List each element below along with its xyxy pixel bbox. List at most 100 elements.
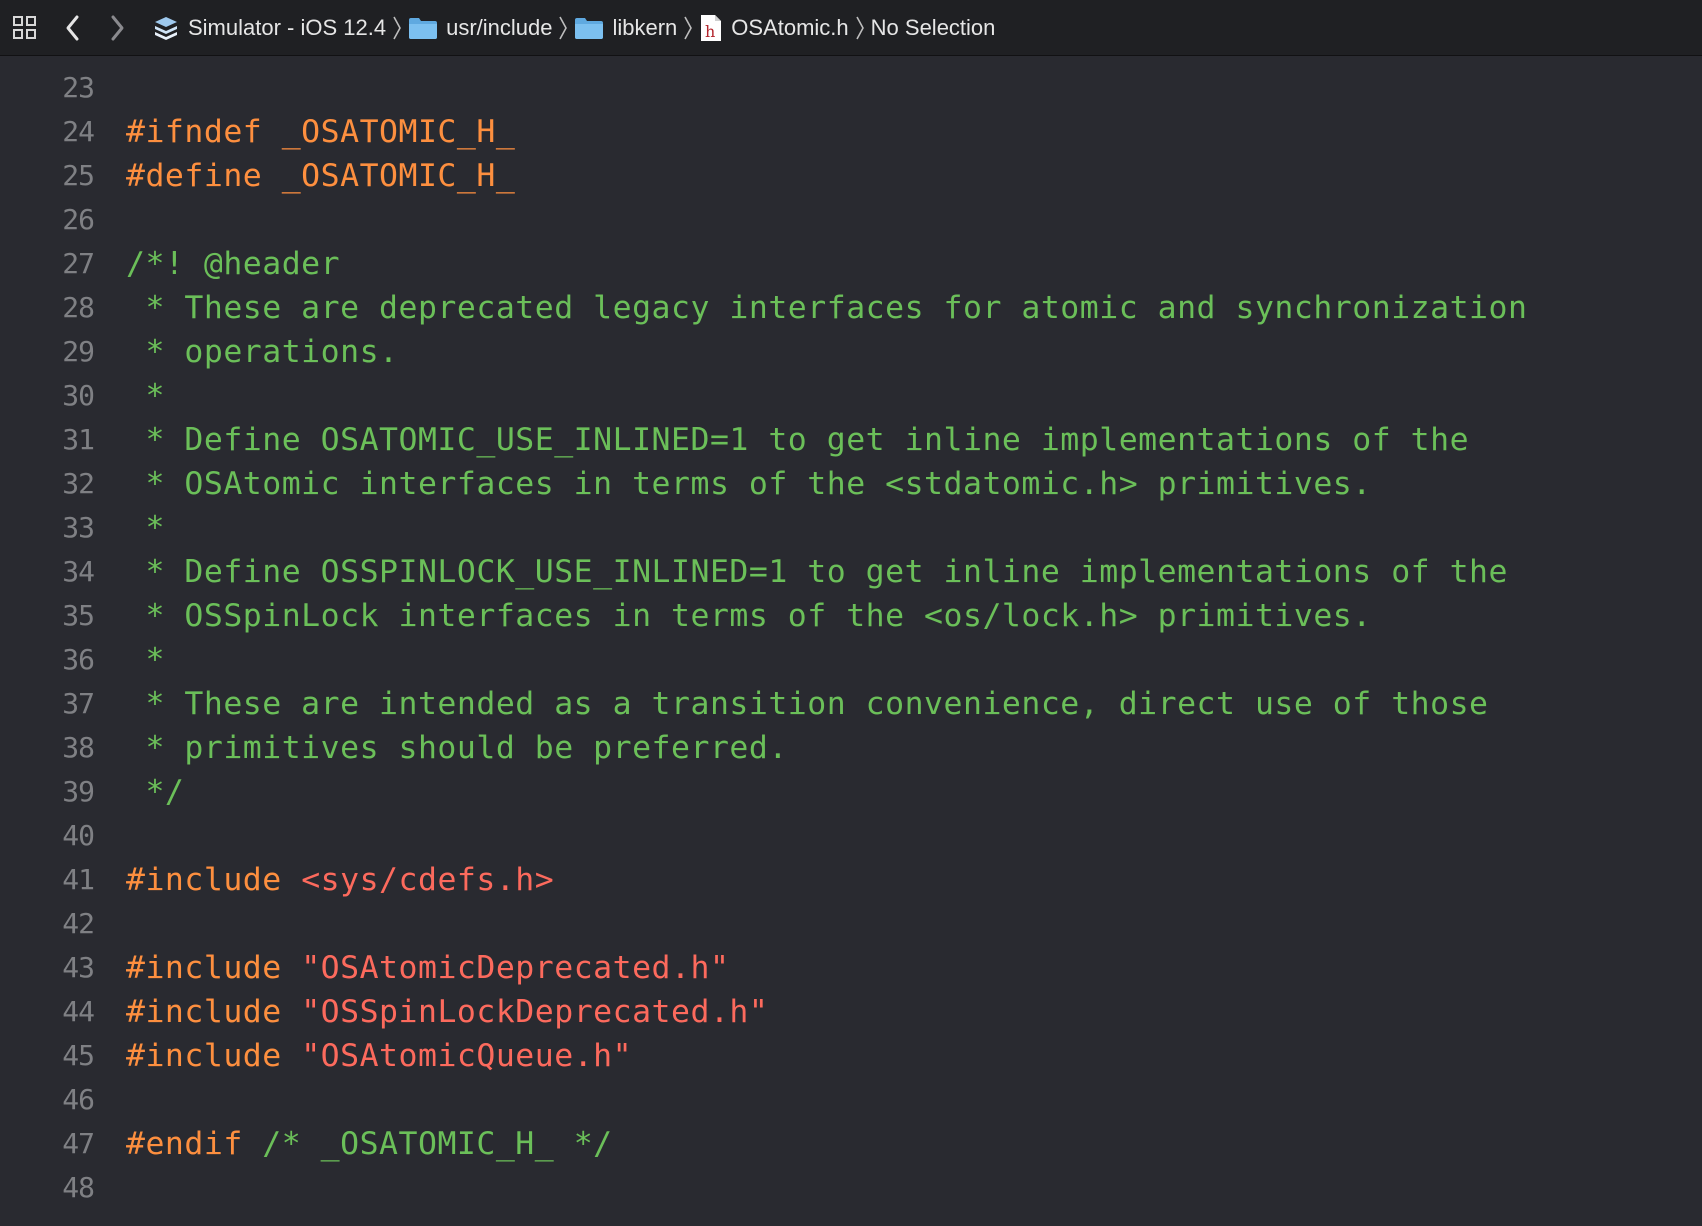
code-text: #include "OSSpinLockDeprecated.h" [94,990,768,1034]
line-number: 28 [62,291,95,324]
code-line[interactable]: 23 [0,66,1702,110]
chevron-left-icon [64,14,82,42]
code-line[interactable]: 39 */ [0,770,1702,814]
breadcrumb-separator-icon [558,14,568,42]
line-number: 43 [62,951,95,984]
back-button[interactable] [58,8,88,48]
svg-text:h: h [705,22,715,41]
code-text: /*! @header [94,242,340,286]
folder-icon [408,16,438,40]
code-line[interactable]: 36 * [0,638,1702,682]
code-text: #ifndef _OSATOMIC_H_ [94,110,515,154]
code-line[interactable]: 24 #ifndef _OSATOMIC_H_ [0,110,1702,154]
line-number: 33 [62,511,95,544]
code-line[interactable]: 47 #endif /* _OSATOMIC_H_ */ [0,1122,1702,1166]
code-line[interactable]: 40 [0,814,1702,858]
related-items-grid-icon[interactable] [10,8,40,48]
line-number: 45 [62,1039,95,1072]
code-token: * OSSpinLock interfaces in terms of the … [126,598,1372,634]
code-text: #define _OSATOMIC_H_ [94,154,515,198]
code-line[interactable]: 26 [0,198,1702,242]
code-token: #include [126,994,302,1030]
line-number: 25 [62,159,95,192]
code-token: * [126,642,165,678]
line-number: 27 [62,247,95,280]
crumb-usr-include-label: usr/include [446,14,553,40]
source-editor[interactable]: 23 24 #ifndef _OSATOMIC_H_ 25 #define _OSATO… [0,56,1702,1226]
breadcrumb: Simulator - iOS 12.4 usr/include libkern… [152,14,995,42]
crumb-usr-include[interactable]: usr/include [408,15,552,41]
line-number: 32 [62,467,95,500]
crumb-sdk-label: Simulator - iOS 12.4 [188,14,387,40]
code-line[interactable]: 43 #include "OSAtomicDeprecated.h" [0,946,1702,990]
code-text: * These are deprecated legacy interfaces… [94,286,1527,330]
sdk-stack-icon [152,14,180,42]
header-file-icon: h [699,14,723,42]
forward-button[interactable] [102,8,132,48]
line-number: 24 [62,115,95,148]
code-text: * [94,638,165,682]
crumb-file[interactable]: h OSAtomic.h [699,14,849,42]
code-line[interactable]: 37 * These are intended as a transition … [0,682,1702,726]
code-token: * Define OSATOMIC_USE_INLINED=1 to get i… [126,422,1470,458]
code-line[interactable]: 45 #include "OSAtomicQueue.h" [0,1034,1702,1078]
code-line[interactable]: 29 * operations. [0,330,1702,374]
code-text: */ [94,770,184,814]
line-number: 37 [62,687,95,720]
line-number: 40 [62,819,95,852]
line-number: 39 [62,775,95,808]
breadcrumb-separator-icon [855,14,865,42]
code-line[interactable]: 31 * Define OSATOMIC_USE_INLINED=1 to ge… [0,418,1702,462]
code-text: * [94,374,165,418]
code-token: "OSAtomicQueue.h" [301,1038,633,1074]
crumb-no-selection[interactable]: No Selection [871,15,996,41]
code-token: * [126,378,165,414]
code-line[interactable]: 44 #include "OSSpinLockDeprecated.h" [0,990,1702,1034]
line-number: 36 [62,643,95,676]
line-number: 38 [62,731,95,764]
code-line[interactable]: 48 [0,1166,1702,1210]
code-token: /*! @header [126,246,341,282]
line-number: 44 [62,995,95,1028]
code-lines: 23 24 #ifndef _OSATOMIC_H_ 25 #define _OSATO… [0,66,1702,1210]
code-text: * primitives should be preferred. [94,726,788,770]
code-text: * Define OSATOMIC_USE_INLINED=1 to get i… [94,418,1469,462]
code-token: "OSAtomicDeprecated.h" [301,950,730,986]
line-number: 34 [62,555,95,588]
code-token: * OSAtomic interfaces in terms of the <s… [126,466,1372,502]
code-line[interactable]: 30 * [0,374,1702,418]
code-line[interactable]: 38 * primitives should be preferred. [0,726,1702,770]
line-number: 23 [62,71,95,104]
code-line[interactable]: 25 #define _OSATOMIC_H_ [0,154,1702,198]
line-number: 41 [62,863,95,896]
code-text: * operations. [94,330,399,374]
code-token: * These are deprecated legacy interfaces… [126,290,1528,326]
code-token: * operations. [126,334,399,370]
code-line[interactable]: 41 #include <sys/cdefs.h> [0,858,1702,902]
code-token: * primitives should be preferred. [126,730,788,766]
code-line[interactable]: 33 * [0,506,1702,550]
line-number: 29 [62,335,95,368]
code-line[interactable]: 42 [0,902,1702,946]
code-text: * [94,506,165,550]
code-line[interactable]: 28 * These are deprecated legacy interfa… [0,286,1702,330]
chevron-right-icon [108,14,126,42]
crumb-sdk[interactable]: Simulator - iOS 12.4 [152,14,386,42]
line-number: 42 [62,907,95,940]
code-line[interactable]: 35 * OSSpinLock interfaces in terms of t… [0,594,1702,638]
folder-icon [574,16,604,40]
code-line[interactable]: 34 * Define OSSPINLOCK_USE_INLINED=1 to … [0,550,1702,594]
code-token: #include [126,950,302,986]
code-text: * These are intended as a transition con… [94,682,1489,726]
code-line[interactable]: 46 [0,1078,1702,1122]
crumb-libkern[interactable]: libkern [574,15,677,41]
code-line[interactable]: 32 * OSAtomic interfaces in terms of the… [0,462,1702,506]
line-number: 48 [62,1171,95,1204]
breadcrumb-separator-icon [683,14,693,42]
code-line[interactable]: 27 /*! @header [0,242,1702,286]
crumb-no-selection-label: No Selection [870,14,996,40]
code-token: #include [126,1038,302,1074]
code-text: #include "OSAtomicDeprecated.h" [94,946,729,990]
